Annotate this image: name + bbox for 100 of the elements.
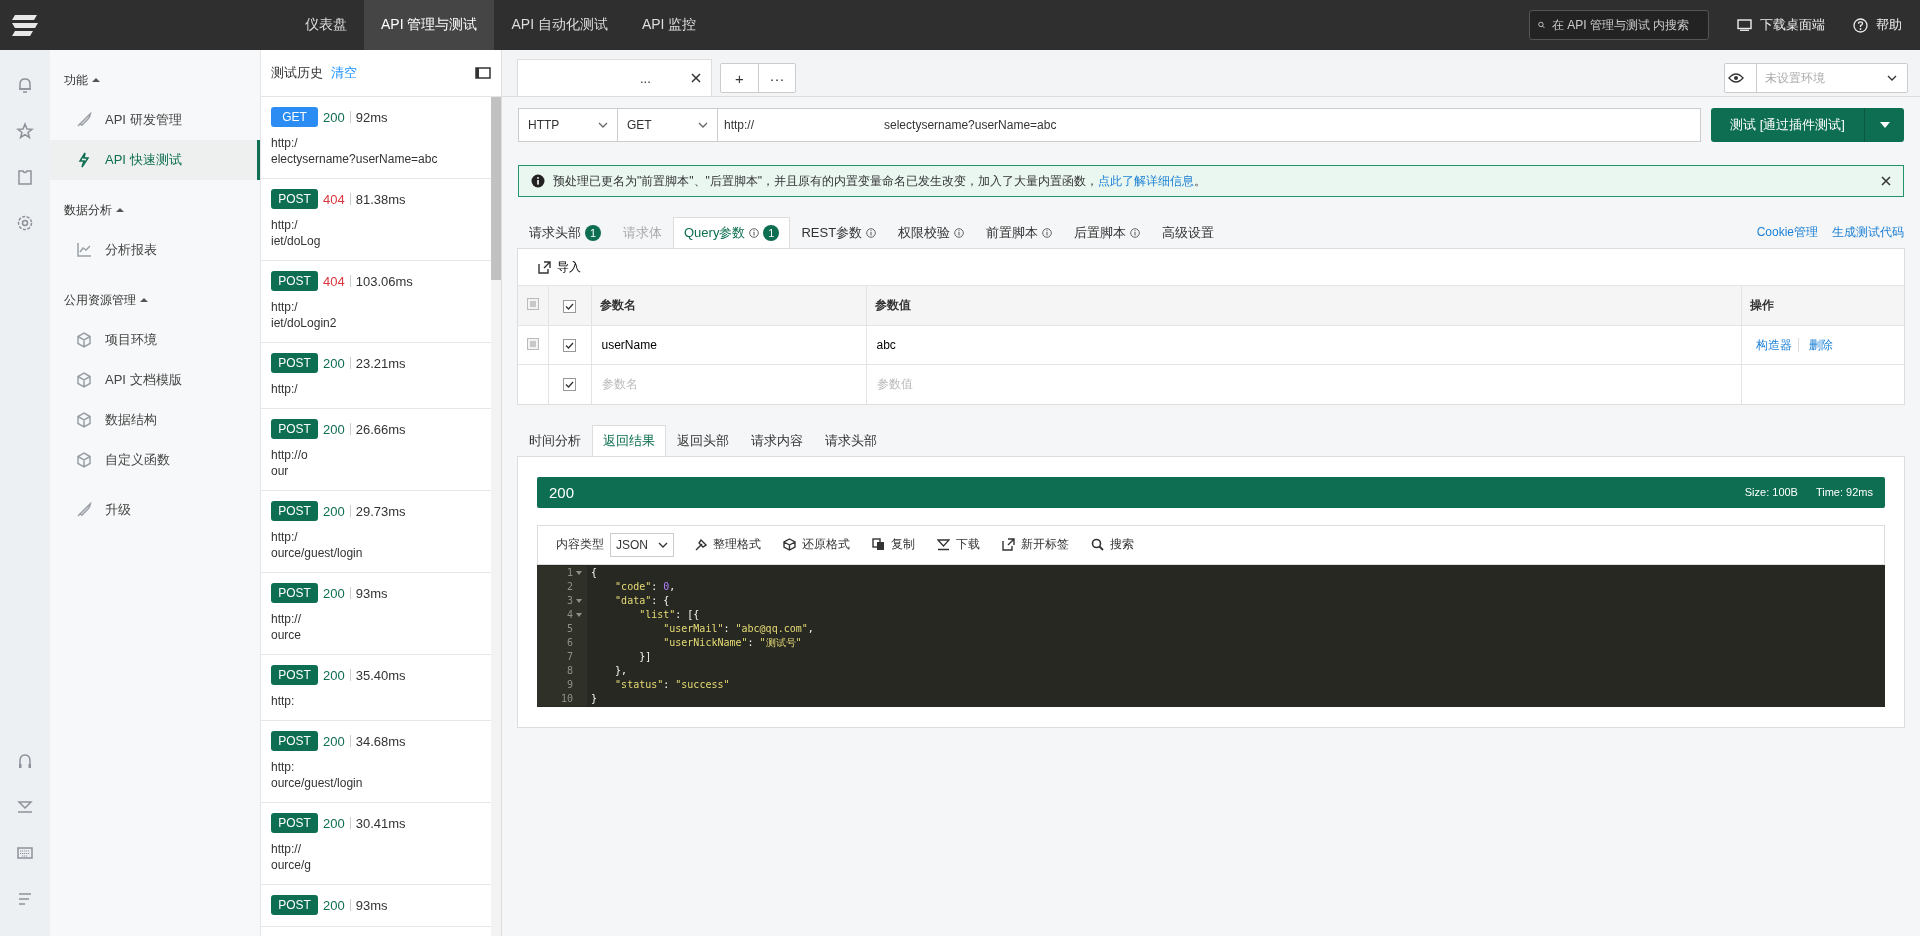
drag-handle-icon[interactable] — [526, 298, 539, 310]
nav-tab[interactable]: API 自动化测试 — [494, 0, 625, 50]
history-item[interactable]: GET 200 92ms http:/ electysername?userName=abc — [261, 97, 491, 179]
header-link[interactable]: Cookie管理 — [1756, 224, 1818, 241]
content-type-select[interactable]: JSON — [610, 532, 674, 557]
param-name-field[interactable]: userName — [599, 338, 858, 352]
drag-handle-icon[interactable] — [526, 337, 539, 350]
response-tab[interactable]: 请求内容 — [740, 424, 814, 456]
nav-tab[interactable]: API 管理与测试 — [364, 0, 495, 50]
more-button[interactable]: ··· — [758, 64, 795, 92]
action-link[interactable]: 删除 — [1797, 337, 1839, 352]
scrollbar-thumb[interactable] — [491, 97, 501, 280]
response-tab[interactable]: 返回结果 — [592, 424, 666, 456]
param-value-field[interactable]: abc — [866, 325, 1741, 365]
request-section-tab[interactable]: 权限校验 — [887, 217, 976, 248]
request-tab[interactable]: ... — [517, 59, 712, 96]
dropdown-button[interactable] — [1864, 108, 1904, 142]
menu-item[interactable]: 数据结构 — [50, 400, 260, 440]
line-chart-icon — [75, 241, 93, 259]
code-line: } — [590, 691, 598, 706]
help-link[interactable]: 帮助 — [1853, 16, 1902, 34]
search-input[interactable]: 在 API 管理与测试 内搜索 — [1550, 17, 1700, 33]
fold-icon[interactable] — [576, 570, 582, 575]
url-field[interactable]: http:// selectysername?userName=abc — [718, 108, 1701, 142]
nav-tab[interactable]: 仪表盘 — [288, 0, 364, 50]
close-icon[interactable] — [1881, 176, 1891, 186]
request-section-tab[interactable]: REST参数 — [790, 217, 888, 248]
nav-tab[interactable]: API 监控 — [624, 0, 714, 50]
response-tab[interactable]: 返回头部 — [666, 424, 740, 456]
menu-item[interactable]: 分析报表 — [50, 230, 260, 270]
history-item[interactable]: POST 200 35.40ms http: — [261, 655, 491, 721]
menu-item[interactable]: 自定义函数 — [50, 440, 260, 480]
status-code: 200 — [323, 421, 345, 437]
toolbar-button[interactable]: 新开标签 — [1002, 536, 1069, 553]
check-icon — [565, 302, 574, 310]
header-link[interactable]: 生成测试代码 — [1832, 224, 1904, 241]
checkbox[interactable] — [563, 299, 576, 313]
line-number: 9 — [566, 677, 573, 692]
request-section-tab[interactable]: 前置脚本 — [975, 217, 1064, 248]
import-button[interactable]: 导入 — [538, 258, 581, 276]
response-tab[interactable]: 请求头部 — [814, 424, 888, 456]
toolbar-button[interactable]: 搜索 — [1091, 536, 1134, 553]
line-number: 2 — [566, 579, 573, 594]
section-header[interactable]: 数据分析 — [50, 190, 260, 230]
send-button[interactable]: 测试 [通过插件测试] — [1711, 108, 1864, 142]
menu-item[interactable]: API 研发管理 — [50, 100, 260, 140]
toolbar-button[interactable]: 复制 — [872, 536, 915, 553]
history-item[interactable]: POST 200 93ms — [261, 885, 491, 927]
info-icon — [531, 174, 545, 188]
close-icon[interactable] — [691, 73, 701, 83]
history-item[interactable]: POST 404 103.06ms http:/ iet/doLogin2 — [261, 261, 491, 343]
keyboard-icon[interactable] — [16, 844, 34, 862]
download-icon[interactable] — [16, 798, 34, 816]
menu-item[interactable]: API 文档模版 — [50, 360, 260, 400]
menu-item[interactable]: 项目环境 — [50, 320, 260, 360]
bell-icon[interactable] — [16, 76, 34, 94]
request-url: ource/guest/login — [271, 546, 363, 560]
request-section-tab[interactable]: 后置脚本 — [1063, 217, 1152, 248]
eye-icon — [1727, 73, 1744, 83]
headphones-icon[interactable] — [16, 752, 34, 770]
details-link[interactable]: 点此了解详细信息 — [1098, 173, 1195, 188]
menu-icon[interactable] — [16, 890, 34, 908]
checkbox[interactable] — [563, 339, 576, 353]
add-tab-button[interactable]: + — [721, 64, 758, 92]
request-section-tab[interactable]: Query参数 1 — [673, 217, 791, 248]
history-item[interactable]: POST 200 93ms http:// ource — [261, 573, 491, 655]
checkbox[interactable] — [563, 378, 576, 392]
fold-icon[interactable] — [576, 598, 582, 603]
param-name-field[interactable]: 参数名 — [599, 377, 858, 392]
environment-select[interactable]: 未设置环境 — [1724, 63, 1908, 93]
menu-item[interactable]: 升级 — [50, 490, 260, 530]
toolbar-button[interactable]: 整理格式 — [694, 536, 761, 553]
request-section-tab[interactable]: 高级设置 — [1151, 217, 1226, 248]
menu-item[interactable]: API 快速测试 — [50, 140, 260, 180]
history-item[interactable]: POST 404 81.38ms http:/ iet/doLog — [261, 179, 491, 261]
history-item[interactable]: POST 200 26.66ms http://o our — [261, 409, 491, 491]
fold-icon[interactable] — [576, 612, 582, 617]
protocol-select[interactable]: HTTP — [518, 108, 618, 142]
download-link[interactable]: 下载桌面端 — [1737, 16, 1825, 34]
history-item[interactable]: POST 200 23.21ms http:/ — [261, 343, 491, 409]
history-item[interactable]: POST 200 29.73ms http:/ ource/guest/login — [261, 491, 491, 573]
history-item[interactable]: POST 200 30.41ms http:// ource/g — [261, 803, 491, 885]
response-tab[interactable]: 时间分析 — [518, 424, 592, 456]
param-value-field[interactable]: abc — [874, 338, 1733, 352]
line-number: 7 — [566, 649, 573, 664]
action-link[interactable]: 构造器 — [1749, 337, 1798, 352]
history-item[interactable]: POST 200 34.68ms http: ource/guest/login — [261, 721, 491, 803]
param-value-field[interactable]: 参数值 — [874, 377, 1733, 392]
request-section-tab[interactable]: 请求头部 1 — [518, 217, 612, 248]
layout-icon[interactable] — [475, 67, 491, 79]
gear-icon[interactable] — [16, 214, 34, 232]
request-url: http:/ — [271, 218, 298, 232]
section-header[interactable]: 公用资源管理 — [50, 280, 260, 320]
star-icon[interactable] — [16, 122, 34, 140]
section-header[interactable]: 功能 — [50, 60, 260, 100]
toolbar-button[interactable]: 下载 — [937, 536, 980, 553]
toolbar-button[interactable]: 还原格式 — [783, 536, 850, 553]
shirt-icon[interactable] — [16, 168, 34, 186]
param-name-field[interactable]: userName — [591, 325, 866, 365]
method-select[interactable]: GET — [618, 108, 718, 142]
